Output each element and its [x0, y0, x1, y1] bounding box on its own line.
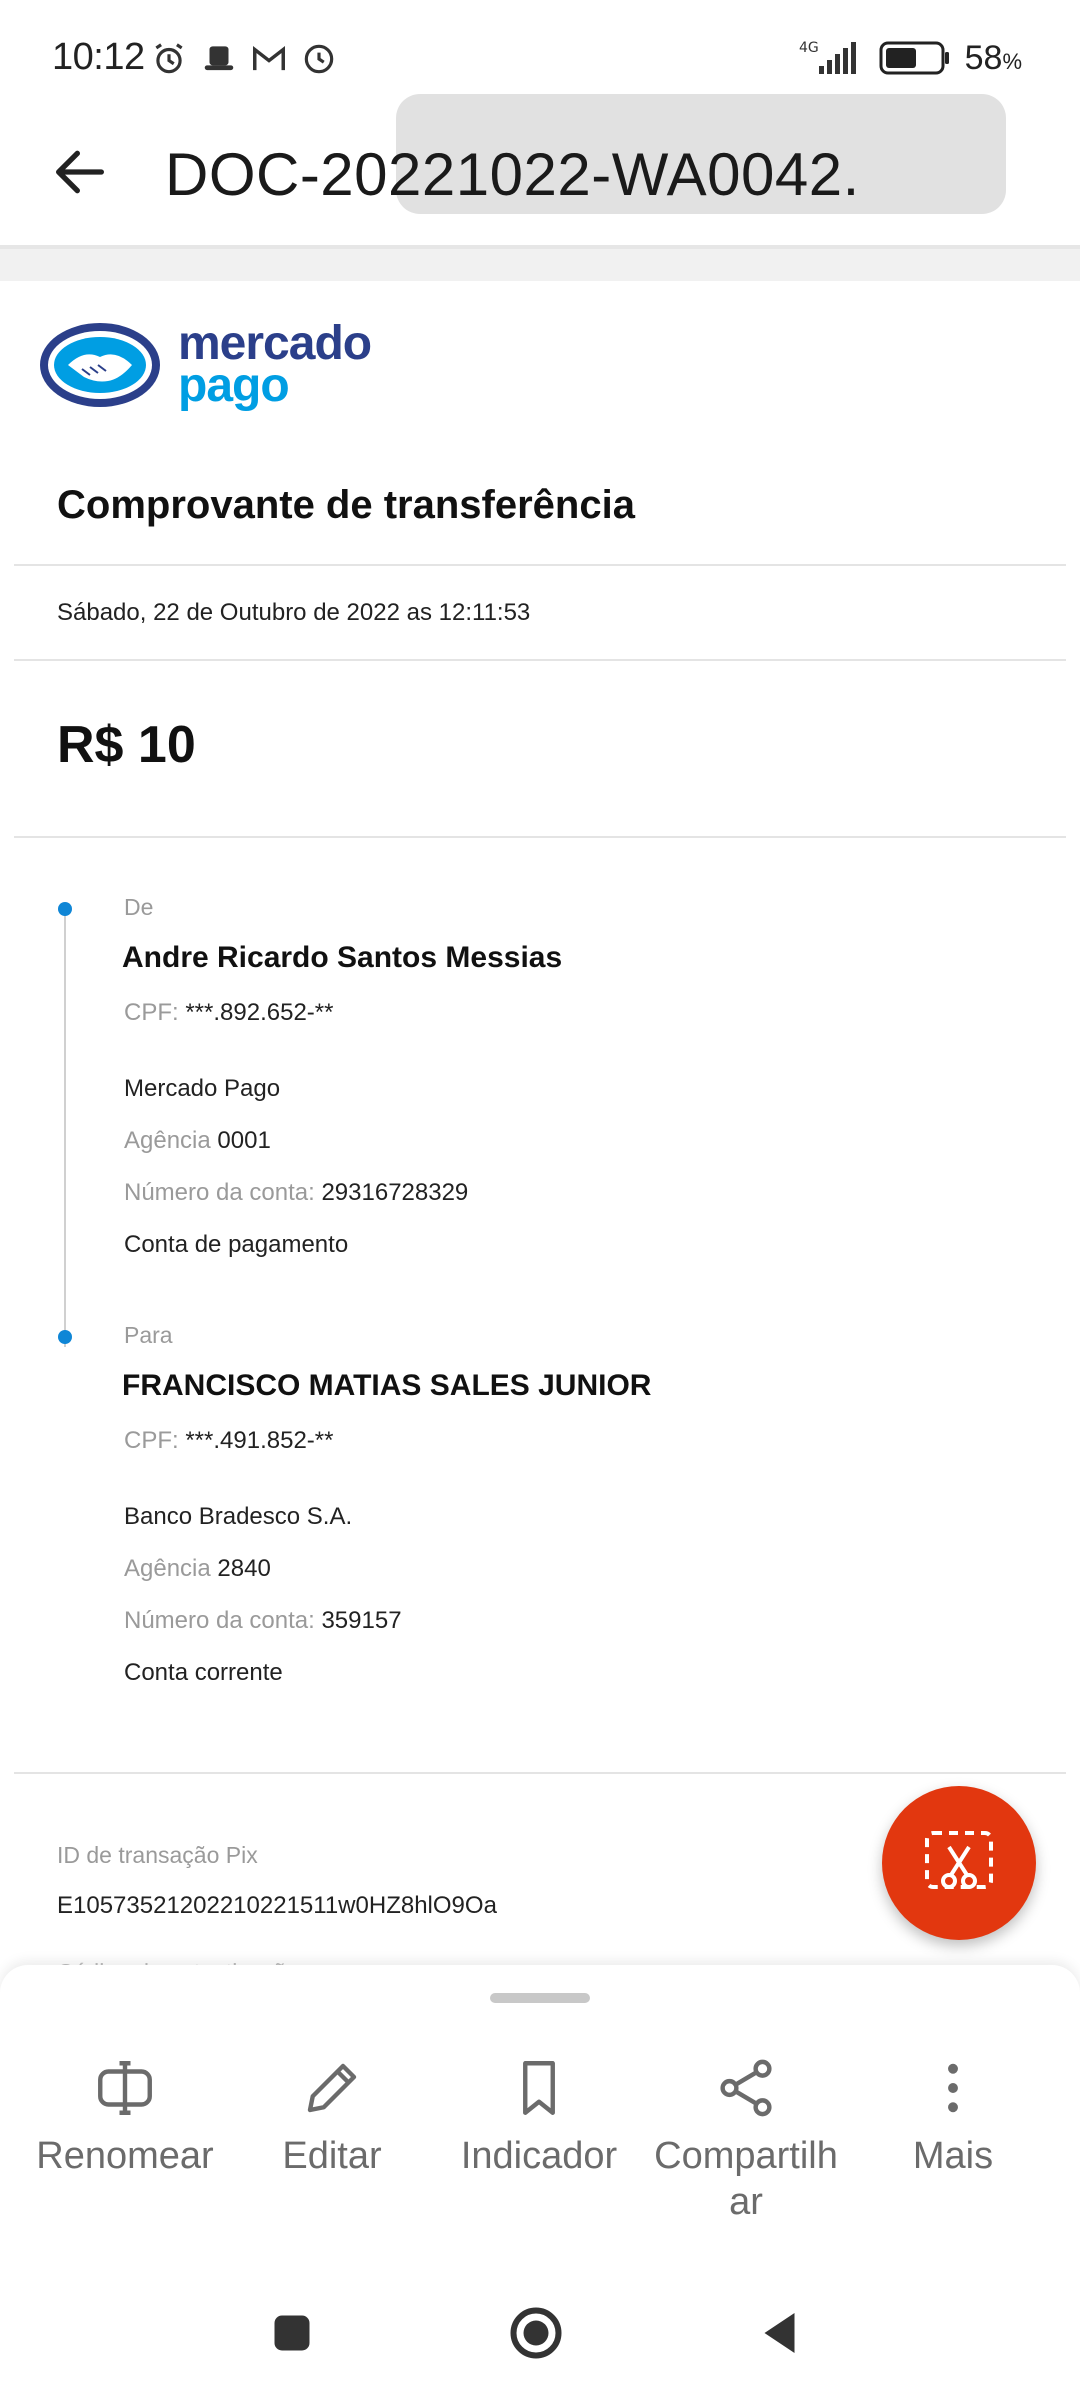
sender-account-type: Conta de pagamento [124, 1231, 349, 1258]
status-notification-icons [150, 40, 338, 78]
recipient-name: FRANCISCO MATIAS SALES JUNIOR [122, 1369, 652, 1402]
system-navigation-bar [0, 2265, 1080, 2400]
share-button[interactable]: Compartilhar [636, 2055, 856, 2225]
status-bar: 10:12 4G 58% [0, 0, 1080, 90]
more-vertical-icon [948, 2063, 958, 2113]
clock-icon [304, 44, 334, 74]
back-arrow-icon[interactable] [48, 140, 112, 204]
document-gutter [0, 249, 1080, 281]
pix-id-label: ID de transação Pix [57, 1842, 258, 1868]
divider [14, 659, 1066, 661]
hat-icon [204, 46, 234, 71]
alarm-icon [155, 43, 183, 74]
recents-square-icon[interactable] [262, 2303, 322, 2363]
divider [14, 836, 1066, 838]
document-title: DOC-20221022-WA0042. [165, 141, 860, 208]
battery-percent: 58% [964, 38, 1022, 77]
receipt-title: Comprovante de transferência [57, 483, 635, 527]
more-button[interactable]: Mais [843, 2055, 1063, 2179]
edit-button[interactable]: Editar [222, 2055, 442, 2179]
timeline-line [64, 911, 66, 1347]
from-label: De [124, 894, 154, 920]
recipient-account: Número da conta: 359157 [124, 1607, 402, 1634]
network-type: 4G [799, 40, 819, 56]
edit-label: Editar [282, 2135, 382, 2177]
bookmark-icon [523, 2061, 555, 2115]
battery-icon [879, 41, 949, 75]
divider [14, 564, 1066, 566]
status-time: 10:12 [52, 36, 145, 78]
recipient-agency: Agência 2840 [124, 1555, 271, 1582]
logo-wordmark: mercado pago [178, 317, 372, 412]
timeline-dot-from [58, 902, 72, 916]
action-bottom-sheet: Renomear Editar Indicador Compartilhar M… [0, 1965, 1080, 2265]
recipient-account-type: Conta corrente [124, 1659, 283, 1686]
drag-handle[interactable] [490, 1993, 590, 2003]
divider [14, 1772, 1066, 1774]
signal-4g-icon: 4G [799, 40, 856, 74]
timeline-dot-to [58, 1330, 72, 1344]
home-circle-icon[interactable] [506, 2303, 566, 2363]
transaction-amount: R$ 10 [57, 716, 196, 774]
recipient-cpf: CPF: ***.491.852-** [124, 1427, 334, 1454]
rename-button[interactable]: Renomear [15, 2055, 235, 2179]
pencil-icon [307, 2063, 357, 2113]
rename-label: Renomear [36, 2135, 214, 2177]
transaction-date: Sábado, 22 de Outubro de 2022 as 12:11:5… [57, 599, 531, 626]
share-label: Compartilhar [654, 2135, 838, 2223]
back-triangle-icon[interactable] [752, 2303, 812, 2363]
pix-id-value: E10573521202210221511w0HZ8hlO9Oa [57, 1892, 497, 1919]
sender-bank: Mercado Pago [124, 1075, 281, 1102]
status-system-icons: 4G 58% [795, 38, 1022, 78]
app-bar: DOC-20221022-WA0042. [0, 110, 1080, 245]
handshake-logo-icon [40, 323, 160, 407]
to-label: Para [124, 1322, 173, 1348]
mercado-pago-logo: mercado pago [38, 317, 372, 412]
more-label: Mais [912, 2135, 994, 2177]
sender-cpf: CPF: ***.892.652-** [124, 999, 334, 1026]
bookmark-button[interactable]: Indicador [429, 2055, 649, 2179]
sender-agency: Agência 0001 [124, 1127, 271, 1154]
sender-account: Número da conta: 29316728329 [124, 1179, 469, 1206]
recipient-bank: Banco Bradesco S.A. [124, 1503, 353, 1530]
screenshot-crop-fab[interactable] [882, 1786, 1036, 1940]
share-icon [720, 2059, 772, 2117]
document-page[interactable]: mercado pago Comprovante de transferênci… [0, 281, 1080, 1985]
rename-icon [98, 2061, 152, 2115]
crop-scissors-icon [925, 1831, 993, 1889]
bookmark-label: Indicador [460, 2135, 618, 2177]
sender-name: Andre Ricardo Santos Messias [122, 941, 563, 974]
gmail-icon [253, 45, 285, 71]
